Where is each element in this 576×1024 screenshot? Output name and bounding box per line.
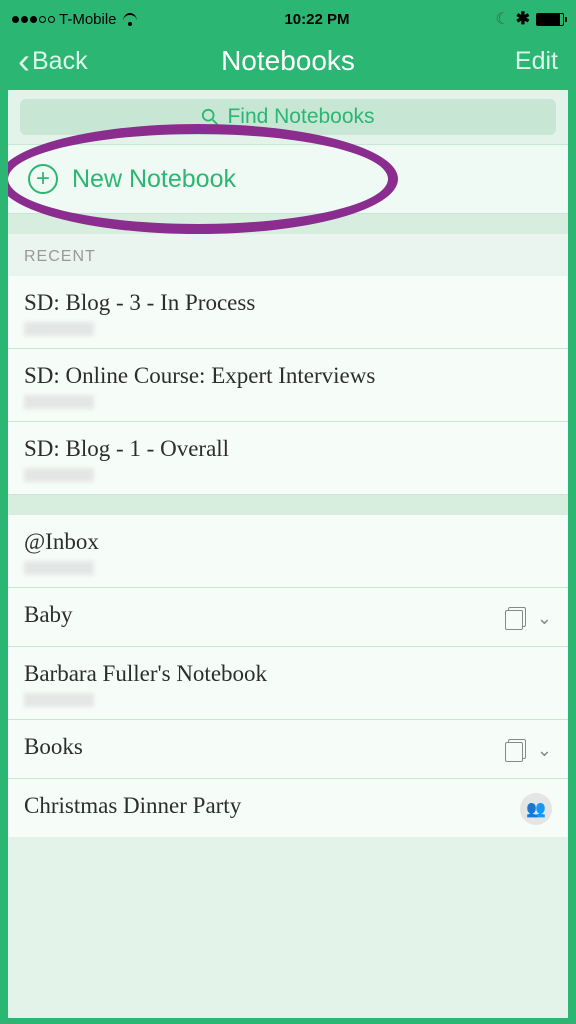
page-title: Notebooks xyxy=(221,45,355,77)
back-button[interactable]: ‹ Back xyxy=(18,47,88,76)
notebook-title: SD: Blog - 1 - Overall xyxy=(24,436,552,462)
notebook-title: Baby xyxy=(24,602,505,628)
notebook-row[interactable]: @Inbox xyxy=(8,515,568,588)
dnd-moon-icon: ☾ xyxy=(495,9,509,29)
notebook-meta-blurred xyxy=(24,693,94,707)
recent-section-header: RECENT xyxy=(8,234,568,276)
carrier-label: T-Mobile xyxy=(59,11,117,28)
notebook-title: Barbara Fuller's Notebook xyxy=(24,661,552,687)
notebook-row[interactable]: SD: Blog - 1 - Overall xyxy=(8,422,568,495)
clock: 10:22 PM xyxy=(284,11,349,28)
chevron-left-icon: ‹ xyxy=(18,52,30,70)
status-bar: T-Mobile 10:22 PM ☾ ✱ xyxy=(8,6,568,32)
plus-circle-icon: + xyxy=(28,164,58,194)
edit-button[interactable]: Edit xyxy=(515,47,558,76)
nav-bar: ‹ Back Notebooks Edit xyxy=(8,32,568,90)
notebook-title: SD: Online Course: Expert Interviews xyxy=(24,363,552,389)
bluetooth-icon: ✱ xyxy=(516,9,530,29)
notebook-row[interactable]: SD: Online Course: Expert Interviews xyxy=(8,349,568,422)
signal-strength-icon xyxy=(12,16,55,23)
wifi-icon xyxy=(121,12,139,26)
notebook-stack-icon xyxy=(505,739,527,761)
notebook-row[interactable]: Baby ⌄ xyxy=(8,588,568,647)
notebook-row[interactable]: SD: Blog - 3 - In Process xyxy=(8,276,568,349)
content-area: Find Notebooks + New Notebook RECENT SD:… xyxy=(8,90,568,1018)
notebook-meta-blurred xyxy=(24,322,94,336)
search-icon xyxy=(201,108,219,126)
notebook-row[interactable]: Christmas Dinner Party 👥 xyxy=(8,779,568,837)
notebook-title: SD: Blog - 3 - In Process xyxy=(24,290,552,316)
notebook-meta-blurred xyxy=(24,561,94,575)
new-notebook-button[interactable]: + New Notebook xyxy=(8,144,568,214)
search-placeholder: Find Notebooks xyxy=(227,105,374,129)
shared-people-icon: 👥 xyxy=(520,793,552,825)
notebook-title: Christmas Dinner Party xyxy=(24,793,520,819)
new-notebook-label: New Notebook xyxy=(72,165,236,194)
notebook-row[interactable]: Barbara Fuller's Notebook xyxy=(8,647,568,720)
chevron-down-icon[interactable]: ⌄ xyxy=(537,740,552,761)
notebook-title: Books xyxy=(24,734,505,760)
search-input[interactable]: Find Notebooks xyxy=(20,99,556,135)
chevron-down-icon[interactable]: ⌄ xyxy=(537,608,552,629)
notebook-row[interactable]: Books ⌄ xyxy=(8,720,568,779)
battery-icon xyxy=(536,13,564,26)
notebook-title: @Inbox xyxy=(24,529,552,555)
notebook-stack-icon xyxy=(505,607,527,629)
notebook-meta-blurred xyxy=(24,395,94,409)
back-label: Back xyxy=(32,47,88,76)
notebook-meta-blurred xyxy=(24,468,94,482)
